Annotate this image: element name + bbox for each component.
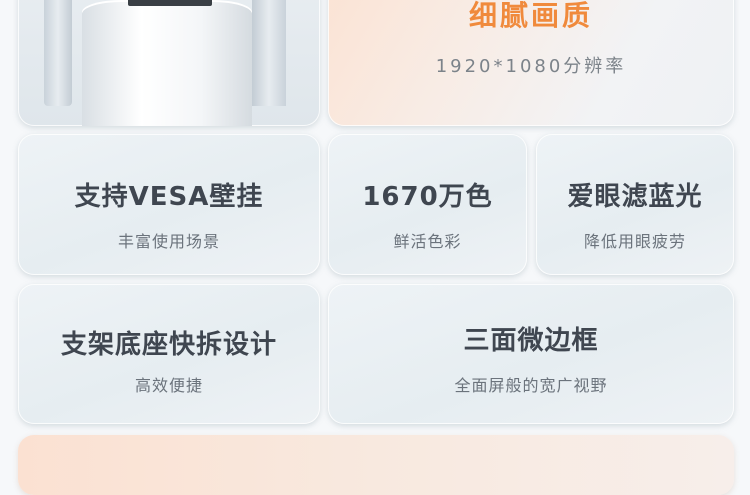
feature-card-eye-care: 爱眼滤蓝光 降低用眼疲劳 [536,134,734,275]
feature-subtitle: 鲜活色彩 [393,232,462,251]
monitor-stand-cap-image [128,0,212,6]
resolution-card: 细腻画质 1920*1080分辨率 [328,0,734,126]
feature-title: 支架底座快拆设计 [60,330,277,360]
feature-subtitle: 全面屏般的宽广视野 [454,376,608,395]
monitor-stand-right-image [252,0,286,106]
feature-subtitle: 高效便捷 [134,376,203,395]
feature-card-bezel: 三面微边框 全面屏般的宽广视野 [328,284,734,424]
feature-title: 1670万色 [362,182,493,212]
feature-title: 三面微边框 [463,326,599,356]
feature-subtitle: 丰富使用场景 [117,232,220,251]
monitor-stand-body-image [82,0,252,126]
product-image-card [18,0,320,126]
resolution-headline: 细腻画质 [468,0,593,32]
monitor-stand-left-image [44,0,72,106]
feature-card-vesa: 支持VESA壁挂 丰富使用场景 [18,134,320,275]
next-section-banner [18,435,734,495]
feature-card-quick-release: 支架底座快拆设计 高效便捷 [18,284,320,424]
feature-card-color: 1670万色 鲜活色彩 [328,134,527,275]
feature-subtitle: 降低用眼疲劳 [583,232,686,251]
resolution-text: 1920*1080分辨率 [435,56,627,77]
feature-title: 支持VESA壁挂 [74,182,264,212]
feature-title: 爱眼滤蓝光 [567,182,703,212]
